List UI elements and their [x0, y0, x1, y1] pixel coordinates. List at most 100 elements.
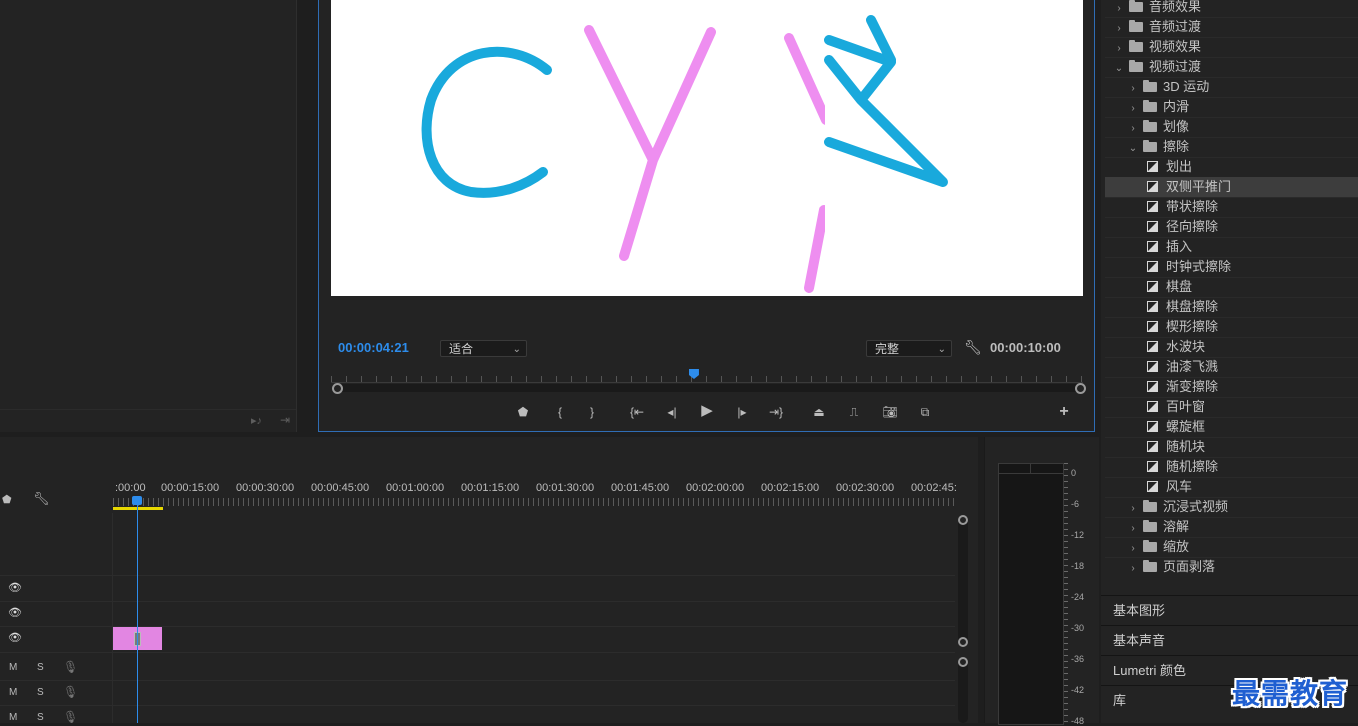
- effects-row-label: 双侧平推门: [1166, 179, 1232, 194]
- step-forward-icon[interactable]: |▸: [731, 401, 753, 423]
- solo-button[interactable]: S: [37, 662, 44, 673]
- chevron-down-icon[interactable]: ⌄: [1113, 59, 1125, 79]
- video-tracks-scrollbar[interactable]: [958, 515, 968, 647]
- wrench-icon[interactable]: 🔧︎: [33, 491, 50, 507]
- lift-icon[interactable]: ⏏: [808, 401, 830, 423]
- effects-folder-row[interactable]: › 3D 运动: [1105, 77, 1358, 98]
- effects-folder-row[interactable]: › 缩放: [1105, 537, 1358, 558]
- effect-item[interactable]: 螺旋框: [1105, 417, 1358, 438]
- effects-row-label: 音频过渡: [1149, 19, 1202, 34]
- work-area-bar[interactable]: [113, 507, 163, 510]
- effect-item[interactable]: 随机擦除: [1105, 457, 1358, 478]
- effect-item[interactable]: 划出: [1105, 157, 1358, 178]
- panel-section-0[interactable]: 基本图形: [1101, 595, 1358, 625]
- effects-folder-row[interactable]: › 划像: [1105, 117, 1358, 138]
- compare-view-icon[interactable]: ⧉: [914, 401, 936, 423]
- transition-effect-icon: [1147, 241, 1158, 252]
- stroke-c: [421, 46, 552, 198]
- effect-item[interactable]: 水波块: [1105, 337, 1358, 358]
- effects-row-label: 内滑: [1163, 99, 1190, 114]
- effects-folder-row[interactable]: › 沉浸式视频: [1105, 497, 1358, 518]
- solo-button[interactable]: S: [37, 687, 44, 698]
- mute-button[interactable]: M: [9, 662, 17, 673]
- microphone-icon[interactable]: 🎙︎: [63, 660, 78, 674]
- step-back-icon[interactable]: ◂|: [661, 401, 683, 423]
- quality-dropdown[interactable]: 完整 ⌄: [866, 340, 952, 357]
- audio-track-a3: M S 🎙︎: [0, 706, 955, 726]
- chevron-right-icon[interactable]: ›: [1127, 119, 1139, 139]
- effect-item[interactable]: 径向擦除: [1105, 217, 1358, 238]
- effects-folder-row[interactable]: › 音频效果: [1105, 0, 1358, 18]
- effects-folder-row[interactable]: › 溶解: [1105, 517, 1358, 538]
- chevron-right-icon[interactable]: ›: [1127, 519, 1139, 539]
- effects-row-label: 视频效果: [1149, 39, 1202, 54]
- chevron-right-icon[interactable]: ›: [1127, 79, 1139, 99]
- zoom-scrollbar[interactable]: [332, 383, 1086, 394]
- timeline-ruler[interactable]: :00:00 00:00:15:00 00:00:30:00 00:00:45:00 0…: [113, 437, 957, 513]
- chevron-right-icon[interactable]: ›: [1113, 39, 1125, 59]
- wrench-icon[interactable]: 🔧︎: [964, 339, 982, 356]
- chevron-right-icon[interactable]: ›: [1127, 99, 1139, 119]
- effects-row-label: 擦除: [1163, 139, 1190, 154]
- effects-folder-row[interactable]: › 音频过渡: [1105, 17, 1358, 38]
- effect-item[interactable]: 棋盘: [1105, 277, 1358, 298]
- effect-item[interactable]: 带状擦除: [1105, 197, 1358, 218]
- fit-dropdown[interactable]: 适合 ⌄: [440, 340, 527, 357]
- audio-icon[interactable]: ▸♪: [251, 414, 262, 427]
- effects-folder-row[interactable]: ⌄ 视频过渡: [1105, 57, 1358, 78]
- scroll-handle-right[interactable]: [1075, 383, 1086, 394]
- program-time-ruler[interactable]: [331, 368, 1083, 383]
- play-icon[interactable]: ▶: [696, 400, 718, 422]
- chevron-right-icon[interactable]: ›: [1113, 19, 1125, 39]
- audio-tracks-scrollbar[interactable]: [958, 657, 968, 723]
- effect-item[interactable]: 时钟式擦除: [1105, 257, 1358, 278]
- mark-out-icon[interactable]: }: [581, 401, 603, 423]
- mute-button[interactable]: M: [9, 712, 17, 723]
- effects-panel: › 音频效果 › 音频过渡 › 视频效果 ⌄ 视频过渡 › 3D 运动 › 内滑 › 划像 ⌄ 擦除 划出 双侧平…: [1101, 0, 1358, 723]
- scroll-handle-left[interactable]: [332, 383, 343, 394]
- source-panel: ▸♪ ⇥: [0, 0, 297, 432]
- add-button-icon[interactable]: +: [1053, 401, 1075, 423]
- effects-row-label: 时钟式擦除: [1166, 259, 1232, 274]
- eye-icon[interactable]: 👁︎: [8, 581, 22, 594]
- camera-icon[interactable]: 📷︎: [879, 401, 901, 423]
- effects-folder-row[interactable]: › 内滑: [1105, 97, 1358, 118]
- extract-icon[interactable]: ⎍: [843, 401, 865, 423]
- chevron-right-icon[interactable]: ›: [1127, 539, 1139, 559]
- chevron-down-icon[interactable]: ⌄: [1127, 139, 1139, 159]
- marker-icon[interactable]: ⬟: [2, 493, 12, 506]
- effects-folder-row[interactable]: › 视频效果: [1105, 37, 1358, 58]
- effects-folder-row[interactable]: ⌄ 擦除: [1105, 137, 1358, 158]
- go-to-out-icon[interactable]: ⇥}: [765, 401, 787, 423]
- effect-item[interactable]: 楔形擦除: [1105, 317, 1358, 338]
- go-to-in-icon[interactable]: {⇤: [626, 401, 648, 423]
- folder-icon: [1143, 520, 1157, 532]
- effect-item[interactable]: 渐变擦除: [1105, 377, 1358, 398]
- effect-item[interactable]: 棋盘擦除: [1105, 297, 1358, 318]
- eye-icon[interactable]: 👁︎: [8, 631, 22, 644]
- mark-in-icon[interactable]: {: [549, 401, 571, 423]
- effect-item[interactable]: 油漆飞溅: [1105, 357, 1358, 378]
- folder-icon: [1129, 20, 1143, 32]
- eye-icon[interactable]: 👁︎: [8, 606, 22, 619]
- chevron-right-icon[interactable]: ›: [1127, 499, 1139, 519]
- current-timecode[interactable]: 00:00:04:21: [338, 340, 409, 355]
- effect-item[interactable]: 插入: [1105, 237, 1358, 258]
- mute-button[interactable]: M: [9, 687, 17, 698]
- export-icon[interactable]: ⇥: [280, 413, 290, 427]
- transition-effect-icon: [1147, 341, 1158, 352]
- add-marker-icon[interactable]: ⬟: [512, 401, 534, 423]
- panel-section-1[interactable]: 基本声音: [1101, 625, 1358, 655]
- program-monitor: 00:00:04:21 适合 ⌄ 完整 ⌄ 🔧︎ 00:00:10:00 ⬟ { }…: [318, 0, 1095, 432]
- effect-item[interactable]: 随机块: [1105, 437, 1358, 458]
- transition-effect-icon: [1147, 161, 1158, 172]
- effect-item[interactable]: 双侧平推门: [1105, 177, 1358, 198]
- stroke-y: [584, 25, 716, 261]
- microphone-icon[interactable]: 🎙︎: [63, 710, 78, 724]
- folder-icon: [1143, 100, 1157, 112]
- effect-item[interactable]: 百叶窗: [1105, 397, 1358, 418]
- microphone-icon[interactable]: 🎙︎: [63, 685, 78, 699]
- solo-button[interactable]: S: [37, 712, 44, 723]
- effects-row-label: 水波块: [1166, 339, 1206, 354]
- effect-item[interactable]: 风车: [1105, 477, 1358, 498]
